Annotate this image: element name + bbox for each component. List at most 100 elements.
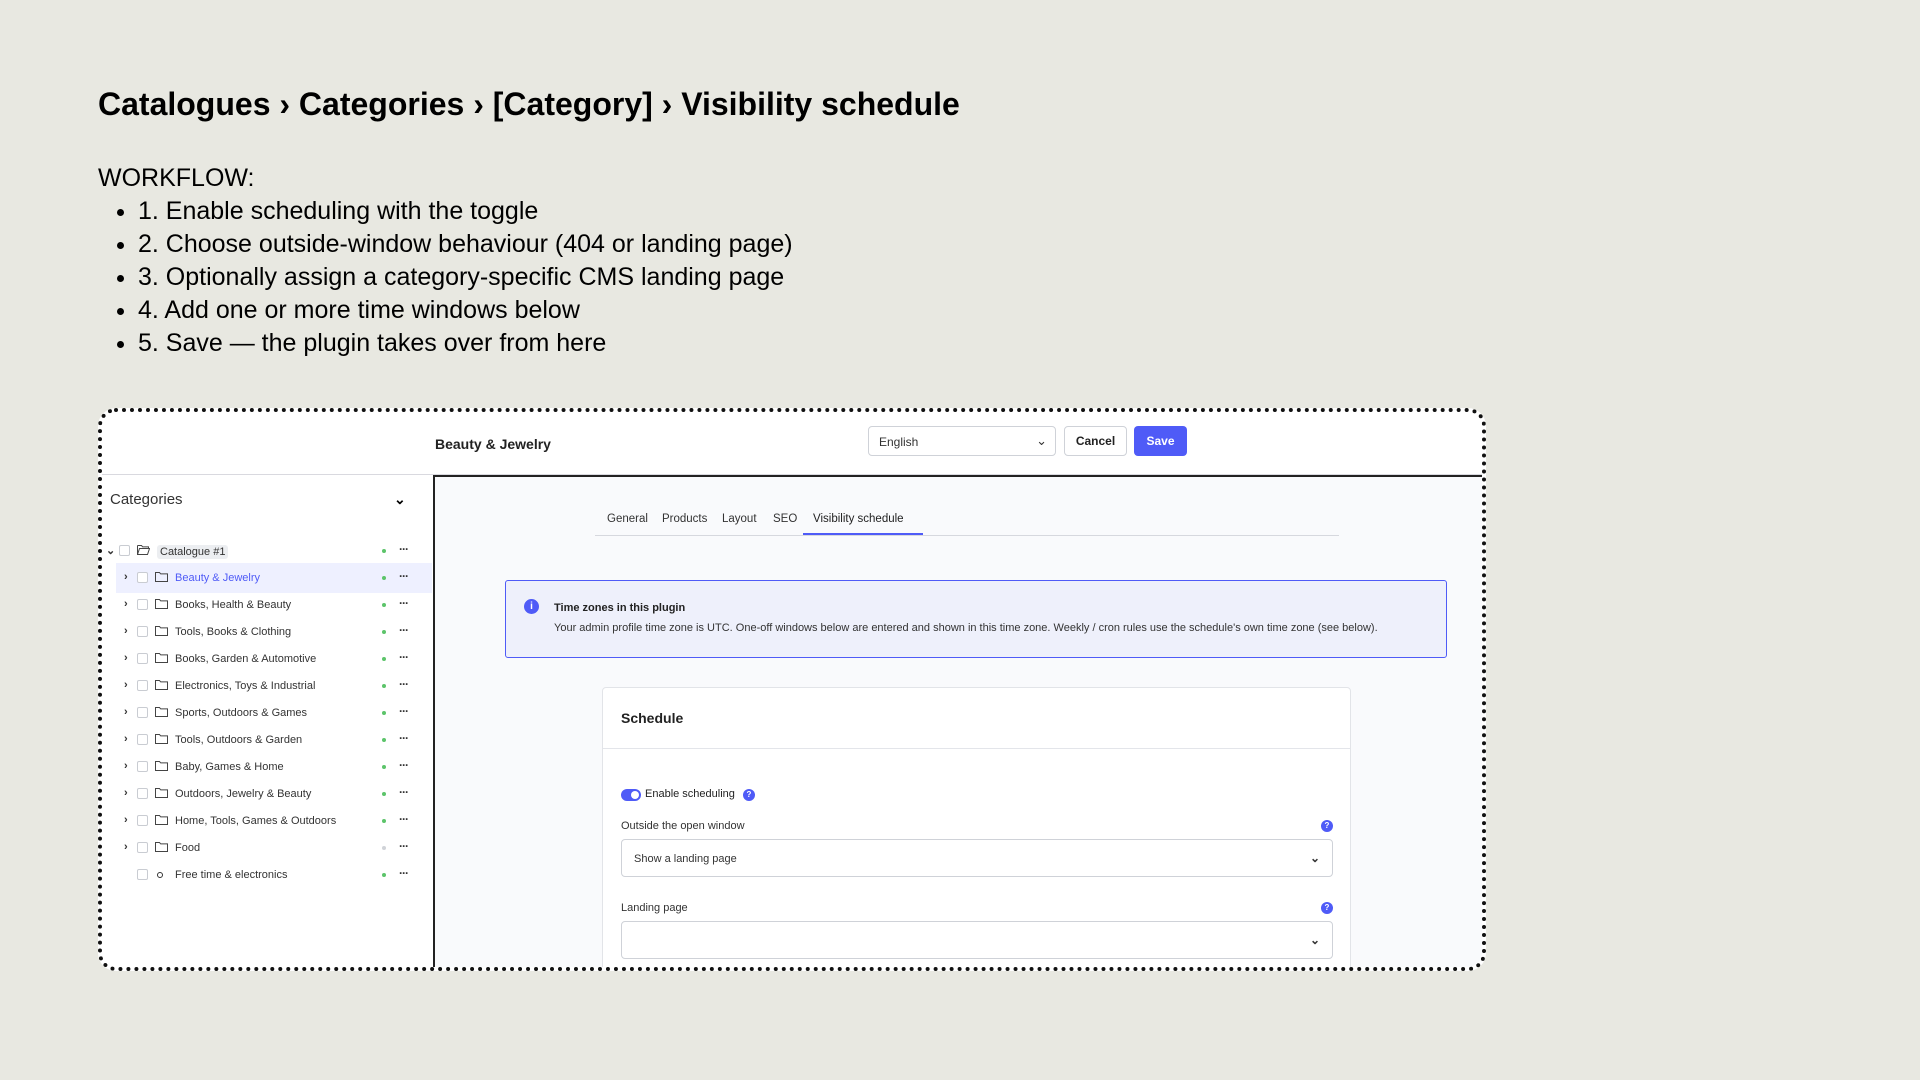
category-label: Food	[175, 842, 201, 854]
tab-general[interactable]: General	[607, 513, 648, 525]
sidebar-item-category[interactable]: › Beauty & Jewelry ···	[116, 563, 432, 593]
workflow-step: 4. Add one or more time windows below	[138, 294, 793, 327]
more-options-icon[interactable]: ···	[399, 812, 409, 826]
info-icon: i	[524, 599, 539, 614]
status-dot	[382, 630, 386, 634]
category-sidebar: Categories ⌄ ⌄ Catalogue #1 ··· › Beauty & J…	[102, 475, 435, 967]
checkbox[interactable]	[137, 626, 148, 637]
sidebar-item-category[interactable]: › Sports, Outdoors & Games ···	[102, 698, 432, 728]
checkbox[interactable]	[119, 545, 130, 556]
folder-icon	[155, 652, 168, 663]
status-dot	[382, 738, 386, 742]
folder-icon	[155, 598, 168, 609]
folder-icon	[155, 733, 168, 744]
workflow-step: 5. Save — the plugin takes over from her…	[138, 327, 793, 360]
more-options-icon[interactable]: ···	[399, 596, 409, 610]
category-label: Tools, Outdoors & Garden	[175, 734, 303, 746]
chevron-right-icon[interactable]: ›	[124, 733, 128, 745]
cancel-button[interactable]: Cancel	[1064, 426, 1127, 456]
top-bar: Beauty & Jewelry English ⌄ Cancel Save	[102, 412, 1482, 475]
help-icon[interactable]: ?	[1321, 902, 1333, 914]
sidebar-item-category[interactable]: Free time & electronics ···	[102, 860, 432, 890]
status-dot	[382, 819, 386, 823]
checkbox[interactable]	[137, 707, 148, 718]
help-icon[interactable]: ?	[743, 789, 755, 801]
sidebar-item-category[interactable]: › Books, Health & Beauty ···	[102, 590, 432, 620]
status-dot	[382, 792, 386, 796]
chevron-right-icon[interactable]: ›	[124, 760, 128, 772]
category-label: Electronics, Toys & Industrial	[175, 680, 316, 692]
sidebar-item-category[interactable]: › Home, Tools, Games & Outdoors ···	[102, 806, 432, 836]
checkbox[interactable]	[137, 815, 148, 826]
category-label: Outdoors, Jewelry & Beauty	[175, 788, 312, 800]
status-dot	[382, 657, 386, 661]
folder-icon	[155, 841, 168, 852]
more-options-icon[interactable]: ···	[399, 839, 409, 853]
chevron-down-icon[interactable]: ⌄	[394, 491, 406, 508]
more-options-icon[interactable]: ···	[399, 785, 409, 799]
chevron-right-icon[interactable]: ›	[124, 625, 128, 637]
outside-window-select[interactable]: Show a landing page ⌄	[621, 839, 1333, 877]
landing-page-select[interactable]: ⌄	[621, 921, 1333, 959]
chevron-right-icon[interactable]: ›	[124, 841, 128, 853]
chevron-down-icon: ⌄	[1309, 851, 1320, 865]
tab-products[interactable]: Products	[662, 513, 707, 525]
folder-icon	[155, 571, 168, 582]
select-value: Show a landing page	[634, 853, 737, 865]
category-label: Home, Tools, Games & Outdoors	[175, 815, 337, 827]
chevron-down-icon[interactable]: ⌄	[106, 544, 115, 557]
checkbox[interactable]	[137, 869, 148, 880]
status-dot	[382, 549, 386, 553]
sidebar-item-category[interactable]: › Electronics, Toys & Industrial ···	[102, 671, 432, 701]
sidebar-item-category[interactable]: › Outdoors, Jewelry & Beauty ···	[102, 779, 432, 809]
chevron-right-icon[interactable]: ›	[124, 571, 128, 583]
outside-window-label: Outside the open window	[621, 820, 745, 832]
help-icon[interactable]: ?	[1321, 820, 1333, 832]
more-options-icon[interactable]: ···	[399, 569, 409, 583]
tab-visibility-schedule[interactable]: Visibility schedule	[813, 513, 904, 525]
chevron-right-icon[interactable]: ›	[124, 652, 128, 664]
tree-root-catalogue[interactable]: ⌄ Catalogue #1 ···	[102, 536, 432, 566]
chevron-right-icon[interactable]: ›	[124, 814, 128, 826]
checkbox[interactable]	[137, 599, 148, 610]
checkbox[interactable]	[137, 842, 148, 853]
enable-scheduling-toggle[interactable]	[621, 789, 641, 801]
sidebar-item-category[interactable]: › Books, Garden & Automotive ···	[102, 644, 432, 674]
more-options-icon[interactable]: ···	[399, 677, 409, 691]
more-options-icon[interactable]: ···	[399, 542, 409, 556]
chevron-right-icon[interactable]: ›	[124, 598, 128, 610]
folder-open-icon	[137, 544, 151, 555]
screenshot-frame: Beauty & Jewelry English ⌄ Cancel Save C…	[98, 408, 1486, 971]
more-options-icon[interactable]: ···	[399, 866, 409, 880]
timezone-info-box: i Time zones in this plugin Your admin p…	[505, 580, 1447, 658]
sidebar-item-category[interactable]: › Baby, Games & Home ···	[102, 752, 432, 782]
more-options-icon[interactable]: ···	[399, 623, 409, 637]
folder-icon	[155, 787, 168, 798]
tab-seo[interactable]: SEO	[773, 513, 797, 525]
sidebar-item-category[interactable]: › Food ···	[102, 833, 432, 863]
checkbox[interactable]	[137, 680, 148, 691]
category-label: Sports, Outdoors & Games	[175, 707, 308, 719]
checkbox[interactable]	[137, 572, 148, 583]
checkbox[interactable]	[137, 788, 148, 799]
sidebar-item-category[interactable]: › Tools, Books & Clothing ···	[102, 617, 432, 647]
checkbox[interactable]	[137, 734, 148, 745]
info-text: Your admin profile time zone is UTC. One…	[554, 622, 1378, 634]
more-options-icon[interactable]: ···	[399, 650, 409, 664]
more-options-icon[interactable]: ···	[399, 731, 409, 745]
chevron-right-icon[interactable]: ›	[124, 787, 128, 799]
status-dot	[382, 576, 386, 580]
chevron-right-icon[interactable]: ›	[124, 679, 128, 691]
chevron-right-icon[interactable]: ›	[124, 706, 128, 718]
save-button[interactable]: Save	[1134, 426, 1187, 456]
sidebar-item-category[interactable]: › Tools, Outdoors & Garden ···	[102, 725, 432, 755]
status-dot	[382, 711, 386, 715]
toggle-knob	[631, 791, 639, 799]
more-options-icon[interactable]: ···	[399, 758, 409, 772]
more-options-icon[interactable]: ···	[399, 704, 409, 718]
checkbox[interactable]	[137, 761, 148, 772]
language-select[interactable]: English ⌄	[868, 426, 1056, 456]
tab-layout[interactable]: Layout	[722, 513, 757, 525]
folder-icon	[155, 679, 168, 690]
checkbox[interactable]	[137, 653, 148, 664]
